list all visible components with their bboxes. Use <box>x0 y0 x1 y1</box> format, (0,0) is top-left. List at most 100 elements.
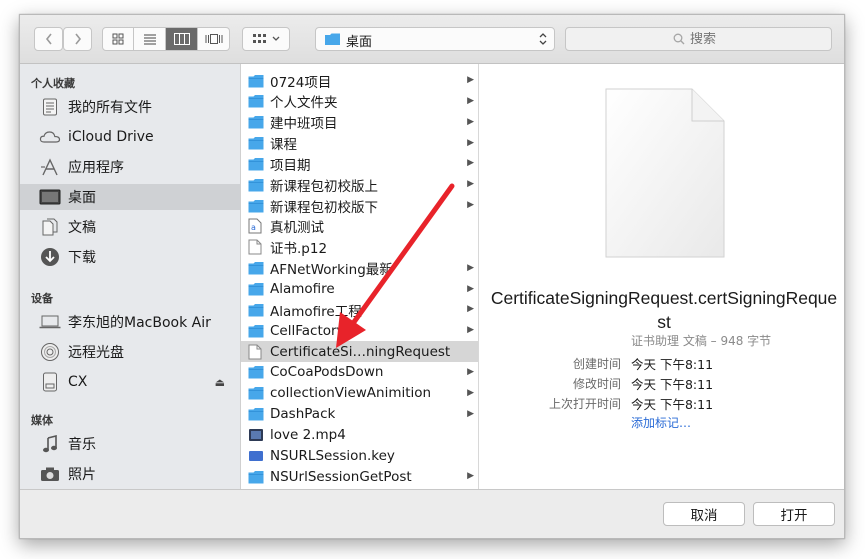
arrange-icon <box>252 34 266 43</box>
desktop-icon <box>39 187 61 207</box>
sidebar-item-cx[interactable]: CX ⏏ <box>20 369 240 395</box>
search-field[interactable] <box>565 27 832 51</box>
file-row[interactable]: 建中班项目 ▶ <box>241 112 478 133</box>
file-row[interactable]: 0724项目 ▶ <box>241 70 478 91</box>
path-label: 桌面 <box>346 35 373 50</box>
svg-text:a: a <box>251 223 256 232</box>
sidebar-item-desktop[interactable]: 桌面 <box>20 184 240 210</box>
document-icon <box>248 344 264 360</box>
disclosure-arrow-icon: ▶ <box>467 262 474 273</box>
sidebar-item-label: 我的所有文件 <box>68 100 152 116</box>
cloud-icon <box>39 127 61 147</box>
chevron-right-icon <box>74 33 81 45</box>
downloads-icon <box>39 247 61 267</box>
folder-icon <box>248 470 264 484</box>
modified-value: 今天 下午8:11 <box>631 377 714 392</box>
file-row[interactable]: DashPack ▶ <box>241 404 478 425</box>
sidebar-item-all-files[interactable]: 我的所有文件 <box>20 94 240 120</box>
created-label: 创建时间 <box>572 357 621 371</box>
file-row[interactable]: AFNetWorking最新 ▶ <box>241 258 478 279</box>
sidebar: 个人收藏 我的所有文件 iCloud Drive 应用程序 桌面 文稿 下载 设… <box>20 64 241 489</box>
sidebar-item-label: CX <box>68 374 88 390</box>
open-file-dialog: 桌面 个人收藏 我的所有文件 iCloud Drive <box>19 14 845 539</box>
file-row[interactable]: Alamofire ▶ <box>241 279 478 300</box>
sidebar-item-label: iCloud Drive <box>68 129 154 145</box>
sidebar-item-photos[interactable]: 照片 <box>20 461 240 487</box>
path-popup[interactable]: 桌面 <box>315 27 555 51</box>
disclosure-arrow-icon: ▶ <box>467 179 474 190</box>
sidebar-item-downloads[interactable]: 下载 <box>20 244 240 270</box>
updown-arrows-icon <box>539 33 547 45</box>
file-row[interactable]: NSURLSession.key <box>241 445 478 466</box>
forward-button[interactable] <box>63 27 92 51</box>
file-name: NSURLSession.key <box>270 447 395 464</box>
folder-icon <box>248 157 264 171</box>
folder-icon <box>248 94 264 108</box>
column-view-button[interactable] <box>166 27 198 51</box>
sidebar-item-macbook[interactable]: 李东旭的MacBook Air <box>20 309 240 335</box>
file-name: 真机测试 <box>270 220 324 237</box>
last-opened-value: 今天 下午8:11 <box>631 397 714 412</box>
file-name: CellFactory <box>270 322 345 339</box>
back-button[interactable] <box>34 27 63 51</box>
disclosure-arrow-icon: ▶ <box>467 95 474 106</box>
file-row[interactable]: NSUrlSessionGetPost ▶ <box>241 466 478 487</box>
disclosure-arrow-icon: ▶ <box>467 200 474 211</box>
last-opened-label: 上次打开时间 <box>548 397 621 411</box>
icon-view-button[interactable] <box>102 27 134 51</box>
sidebar-item-label: 李东旭的MacBook Air <box>68 315 211 331</box>
file-row[interactable]: CoCoaPodsDown ▶ <box>241 362 478 383</box>
file-row[interactable]: 新课程包初校版上 ▶ <box>241 174 478 195</box>
disclosure-arrow-icon: ▶ <box>467 304 474 315</box>
disclosure-arrow-icon: ▶ <box>467 366 474 377</box>
favorites-header: 个人收藏 <box>31 77 75 90</box>
folder-icon <box>248 115 264 129</box>
laptop-icon <box>39 312 61 332</box>
file-row[interactable]: Alamofire工程 ▶ <box>241 299 478 320</box>
search-input[interactable] <box>690 31 724 47</box>
file-row[interactable]: love 2.mp4 <box>241 424 478 445</box>
file-row[interactable]: 证书.p12 <box>241 237 478 258</box>
documents-icon <box>39 217 61 237</box>
file-row[interactable]: 课程 ▶ <box>241 133 478 154</box>
sidebar-item-icloud-drive[interactable]: iCloud Drive <box>20 124 240 150</box>
file-row[interactable]: 项目期 ▶ <box>241 153 478 174</box>
list-view-button[interactable] <box>134 27 166 51</box>
folder-icon <box>248 303 264 317</box>
grid-icon <box>112 33 124 45</box>
file-name: 证书.p12 <box>270 241 328 258</box>
add-tags-link[interactable]: 添加标记… <box>631 414 691 431</box>
sidebar-item-remote-disc[interactable]: 远程光盘 <box>20 339 240 365</box>
file-name: 项目期 <box>270 157 311 174</box>
folder-icon <box>248 199 264 213</box>
applications-icon <box>39 157 61 177</box>
file-row[interactable]: 新课程包初校版下 ▶ <box>241 195 478 216</box>
folder-icon <box>325 33 340 45</box>
open-button[interactable]: 打开 <box>753 502 835 526</box>
file-row[interactable]: CellFactory ▶ <box>241 320 478 341</box>
file-name: NSUrlSessionGetPost <box>270 468 412 485</box>
folder-icon <box>248 136 264 150</box>
document-preview-icon <box>605 88 725 258</box>
folder-icon <box>248 261 264 275</box>
sidebar-item-music[interactable]: 音乐 <box>20 431 240 457</box>
folder-icon <box>248 407 264 421</box>
drive-icon <box>39 372 61 392</box>
arrange-menu-button[interactable] <box>242 27 290 51</box>
preview-pane: CertificateSigningRequest.certSigningReq… <box>479 64 844 489</box>
sidebar-item-documents[interactable]: 文稿 <box>20 214 240 240</box>
file-row[interactable]: 个人文件夹 ▶ <box>241 91 478 112</box>
eject-icon[interactable]: ⏏ <box>215 376 225 389</box>
sidebar-item-label: 文稿 <box>68 220 96 236</box>
file-name: 0724项目 <box>270 74 332 91</box>
sidebar-item-label: 照片 <box>68 467 96 483</box>
disclosure-arrow-icon: ▶ <box>467 75 474 85</box>
cover-flow-button[interactable] <box>198 27 230 51</box>
file-row[interactable]: a 真机测试 <box>241 216 478 237</box>
sidebar-item-applications[interactable]: 应用程序 <box>20 154 240 180</box>
cancel-button[interactable]: 取消 <box>663 502 745 526</box>
file-name: 建中班项目 <box>270 116 338 133</box>
file-row[interactable]: CertificateSi…ningRequest <box>241 341 478 363</box>
file-row[interactable]: collectionViewAnimition ▶ <box>241 383 478 404</box>
file-name: DashPack <box>270 406 336 423</box>
